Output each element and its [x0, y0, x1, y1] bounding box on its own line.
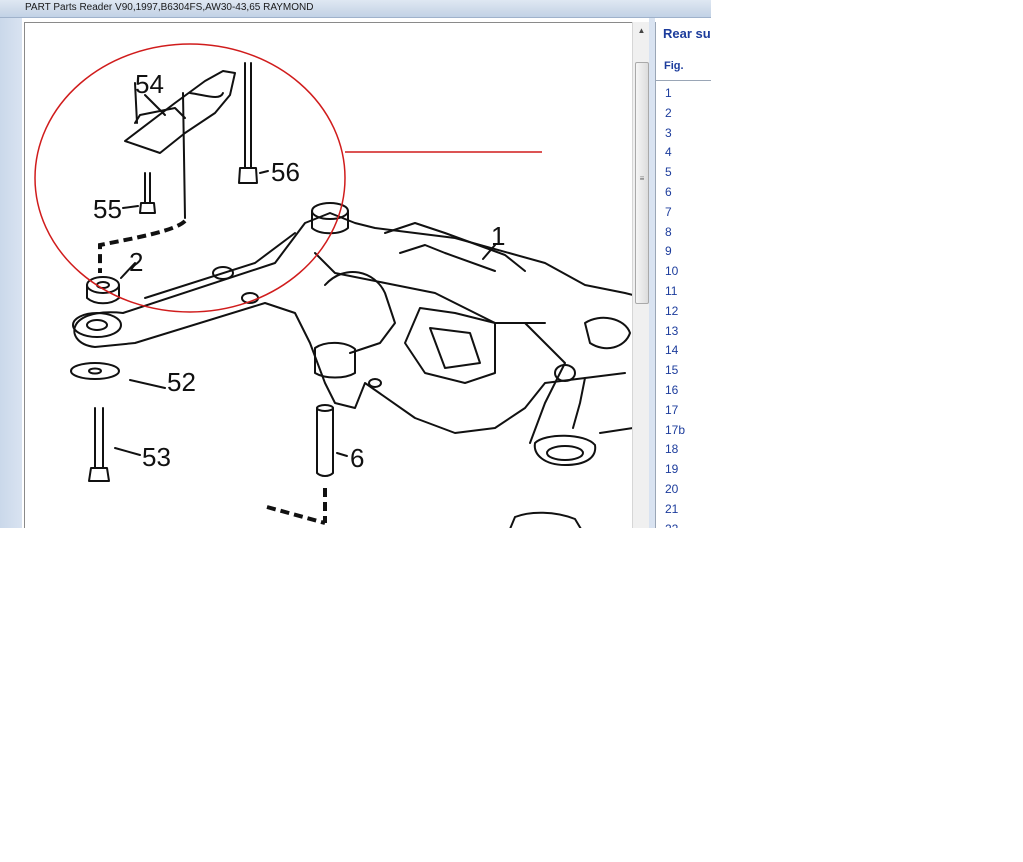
fig-list-item[interactable]: 12	[656, 302, 711, 322]
callout-1[interactable]: 1	[491, 221, 505, 251]
fig-list-item[interactable]: 13	[656, 322, 711, 342]
lower-bracket-outline	[509, 511, 582, 528]
fig-list-item[interactable]: 3	[656, 124, 711, 144]
callout-55[interactable]: 55	[93, 194, 122, 224]
fig-list-item[interactable]: 20	[656, 480, 711, 500]
diagram-vertical-scrollbar[interactable]: ▲ ≡	[632, 22, 650, 528]
parts-diagram[interactable]: 54 56 55 2 1 52 53 6	[25, 23, 633, 528]
fig-list-item[interactable]: 2	[656, 104, 711, 124]
callout-53[interactable]: 53	[142, 442, 171, 472]
fig-list-item[interactable]: 7	[656, 203, 711, 223]
window-title: PART Parts Reader V90,1997,B6304FS,AW30-…	[25, 2, 314, 13]
fig-list: 1 2 3 4 5 6 7 8 9 10 11 12 13 14 15 16 1…	[656, 84, 711, 528]
scrollbar-thumb[interactable]: ≡	[635, 62, 649, 304]
fig-list-item[interactable]: 19	[656, 460, 711, 480]
fig-list-item[interactable]: 22	[656, 520, 711, 528]
parts-list-pane: Rear su Fig. 1 2 3 4 5 6 7 8 9 10 11 12 …	[655, 22, 711, 528]
callout-2[interactable]: 2	[129, 247, 143, 277]
fig-list-item[interactable]: 1	[656, 84, 711, 104]
fig-list-item[interactable]: 21	[656, 500, 711, 520]
fig-list-item[interactable]: 4	[656, 143, 711, 163]
parts-diagram-pane[interactable]: 54 56 55 2 1 52 53 6	[24, 22, 634, 528]
subframe-outline	[76, 212, 633, 324]
fig-list-item[interactable]: 15	[656, 361, 711, 381]
fig-list-item[interactable]: 9	[656, 242, 711, 262]
fig-list-item[interactable]: 6	[656, 183, 711, 203]
section-heading: Rear su	[663, 26, 711, 41]
fig-list-item[interactable]: 5	[656, 163, 711, 183]
fig-list-item[interactable]: 14	[656, 341, 711, 361]
callout-52[interactable]: 52	[167, 367, 196, 397]
fig-list-item[interactable]: 17	[656, 401, 711, 421]
fig-list-item[interactable]: 16	[656, 381, 711, 401]
title-bar[interactable]: PART Parts Reader V90,1997,B6304FS,AW30-…	[0, 0, 711, 18]
parts-list-header: Rear su Fig.	[656, 22, 711, 81]
app-window: PART Parts Reader V90,1997,B6304FS,AW30-…	[0, 0, 711, 528]
scroll-up-arrow-icon[interactable]: ▲	[633, 22, 650, 39]
fig-list-item[interactable]: 18	[656, 440, 711, 460]
fig-column-header[interactable]: Fig.	[664, 60, 684, 72]
scroll-grip-icon: ≡	[639, 174, 645, 183]
callout-6[interactable]: 6	[350, 443, 364, 473]
fig-list-item[interactable]: 11	[656, 282, 711, 302]
window-frame-left	[0, 18, 22, 528]
callout-54[interactable]: 54	[135, 69, 164, 99]
fig-list-item[interactable]: 8	[656, 223, 711, 243]
fig-list-item[interactable]: 10	[656, 262, 711, 282]
fig-list-item[interactable]: 17b	[656, 421, 711, 441]
callout-56[interactable]: 56	[271, 157, 300, 187]
